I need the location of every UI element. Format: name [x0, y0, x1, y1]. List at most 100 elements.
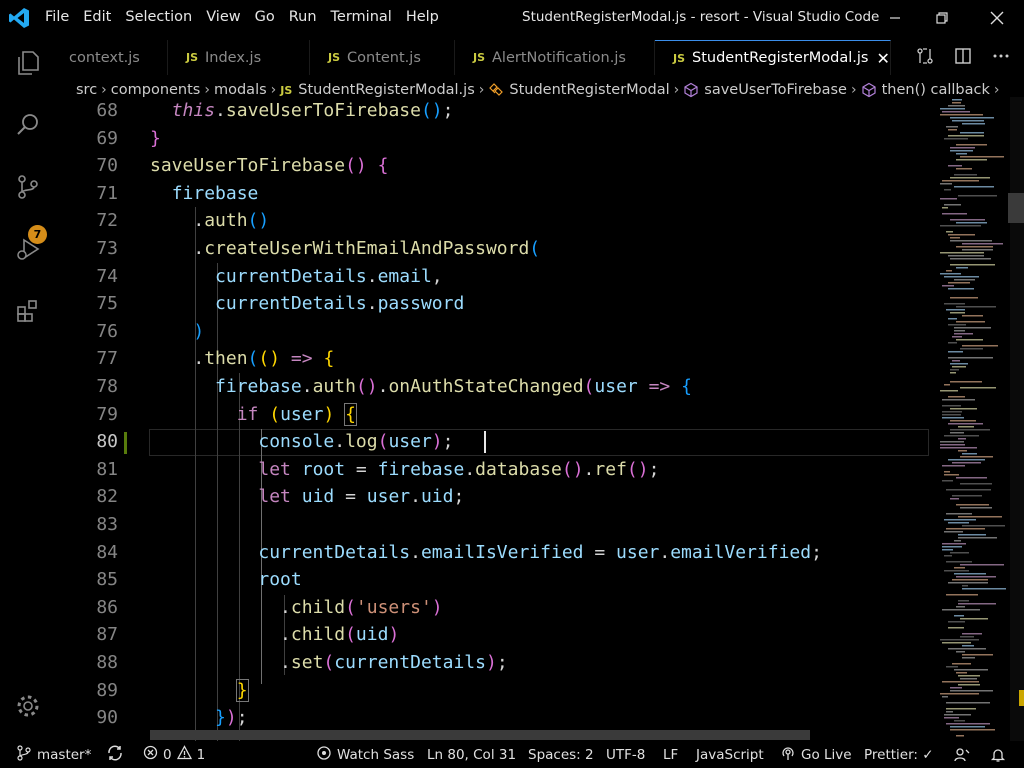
- prettier-status[interactable]: Prettier: ✓: [864, 741, 934, 768]
- go-live-button[interactable]: Go Live: [780, 741, 852, 768]
- branch-indicator[interactable]: master*: [16, 741, 91, 768]
- breadcrumb-callback[interactable]: then() callback: [882, 82, 990, 98]
- minimap-line: [950, 432, 964, 434]
- notifications-bell-icon[interactable]: [990, 741, 1006, 768]
- indentation[interactable]: Spaces: 2: [528, 741, 594, 768]
- minimap-line: [954, 279, 975, 281]
- menu-edit[interactable]: Edit: [76, 0, 118, 35]
- explorer-icon[interactable]: [0, 35, 56, 91]
- split-editor-icon[interactable]: [954, 47, 972, 69]
- menu-file[interactable]: File: [38, 0, 76, 35]
- tab-index-js[interactable]: JS Index.js: [168, 40, 310, 75]
- line-code: let uid = user.uid;: [258, 486, 465, 508]
- encoding[interactable]: UTF-8: [606, 741, 645, 768]
- minimap-line: [944, 435, 979, 437]
- menu-help[interactable]: Help: [399, 0, 446, 35]
- minimap-line: [952, 99, 962, 101]
- line-number: 83: [96, 514, 118, 535]
- feedback-icon[interactable]: [954, 741, 970, 768]
- minimap-line: [944, 570, 969, 572]
- line-number: 89: [96, 679, 118, 701]
- cursor-position[interactable]: Ln 80, Col 31: [427, 741, 516, 768]
- scrollbar-thumb[interactable]: [1008, 193, 1024, 223]
- minimap-line: [962, 249, 993, 251]
- minimap-line: [950, 498, 959, 500]
- minimap-line: [950, 177, 990, 179]
- menu-selection[interactable]: Selection: [118, 0, 199, 35]
- go-live-label: Go Live: [801, 746, 852, 763]
- menu-terminal[interactable]: Terminal: [324, 0, 399, 35]
- language-mode[interactable]: JavaScript: [696, 741, 764, 768]
- tab-content-js[interactable]: JS Content.js: [310, 40, 455, 75]
- restore-button[interactable]: [919, 0, 965, 35]
- run-debug-icon[interactable]: [0, 221, 56, 277]
- minimap-line: [942, 414, 961, 416]
- chevron-right-icon: ›: [673, 82, 680, 98]
- line-code: .auth(): [150, 210, 270, 232]
- breadcrumb-class[interactable]: StudentRegisterModal: [509, 82, 669, 98]
- minimap-line: [940, 447, 977, 449]
- close-window-button[interactable]: [974, 0, 1020, 35]
- method-symbol-icon: [861, 82, 877, 98]
- minimap-line: [944, 303, 965, 305]
- minimap-line: [940, 108, 965, 110]
- code-line: 89 }: [56, 677, 934, 705]
- minimap-line: [950, 297, 978, 299]
- minimize-button[interactable]: [872, 0, 918, 35]
- minimap-line: [944, 717, 959, 719]
- line-number: 82: [96, 486, 118, 508]
- source-control-icon[interactable]: [0, 159, 56, 215]
- minimap-line: [954, 573, 986, 575]
- minimap-line: [948, 255, 984, 257]
- minimap-line: [962, 645, 974, 647]
- line-code: currentDetails.password: [215, 293, 465, 315]
- breadcrumb-file[interactable]: StudentRegisterModal.js: [298, 82, 474, 98]
- minimap-line: [954, 186, 994, 188]
- search-icon[interactable]: [0, 97, 56, 153]
- tab-studentregistermodal-js[interactable]: JS StudentRegisterModal.js ✕: [655, 40, 891, 75]
- watch-sass-button[interactable]: Watch Sass: [316, 741, 414, 768]
- minimap-line: [940, 183, 952, 185]
- menu-run[interactable]: Run: [282, 0, 324, 35]
- code-line: 83: [56, 511, 934, 539]
- line-code: firebase: [171, 182, 259, 204]
- end-of-line[interactable]: LF: [663, 741, 678, 768]
- code-line: 69}: [56, 125, 934, 153]
- menu-go[interactable]: Go: [248, 0, 282, 35]
- error-count: 0: [163, 746, 172, 763]
- minimap-line: [942, 213, 967, 215]
- line-number: 88: [96, 652, 118, 673]
- minimap-line: [946, 702, 990, 704]
- close-tab-icon[interactable]: ✕: [877, 49, 890, 68]
- eye-icon: [316, 745, 332, 765]
- line-number: 73: [96, 238, 118, 259]
- tab-alertnotification-js[interactable]: JS AlertNotification.js: [455, 40, 655, 75]
- manage-gear-icon[interactable]: [0, 678, 56, 734]
- minimap-line: [960, 132, 984, 134]
- sync-button[interactable]: [106, 741, 124, 768]
- minimap-line: [948, 129, 957, 131]
- more-actions-icon[interactable]: [992, 47, 1010, 69]
- warning-icon: [176, 745, 192, 764]
- minimap-line: [950, 726, 985, 728]
- text-cursor: [484, 431, 486, 453]
- breadcrumb-src[interactable]: src: [76, 82, 97, 98]
- minimap-line: [950, 219, 985, 221]
- minimap-line: [950, 420, 976, 422]
- extensions-icon[interactable]: [0, 283, 56, 339]
- minimap-line: [948, 324, 966, 326]
- breadcrumb-components[interactable]: components: [111, 82, 201, 98]
- horizontal-scrollbar[interactable]: [150, 730, 810, 740]
- breadcrumb-modals[interactable]: modals: [214, 82, 267, 98]
- minimap-line: [940, 444, 965, 446]
- menu-view[interactable]: View: [199, 0, 247, 35]
- line-code: saveUserToFirebase() {: [150, 155, 389, 177]
- minimap-line: [948, 342, 957, 344]
- problems-indicator[interactable]: 0 1: [143, 741, 205, 768]
- minimap-line: [958, 195, 997, 197]
- compare-changes-icon[interactable]: [916, 47, 934, 69]
- breadcrumb-method[interactable]: saveUserToFirebase: [704, 82, 847, 98]
- code-editor[interactable]: 68 this.saveUserToFirebase(); 69} 70 save…: [56, 97, 934, 741]
- minimap[interactable]: [934, 97, 1010, 741]
- tab-context-js[interactable]: context.js: [56, 40, 168, 75]
